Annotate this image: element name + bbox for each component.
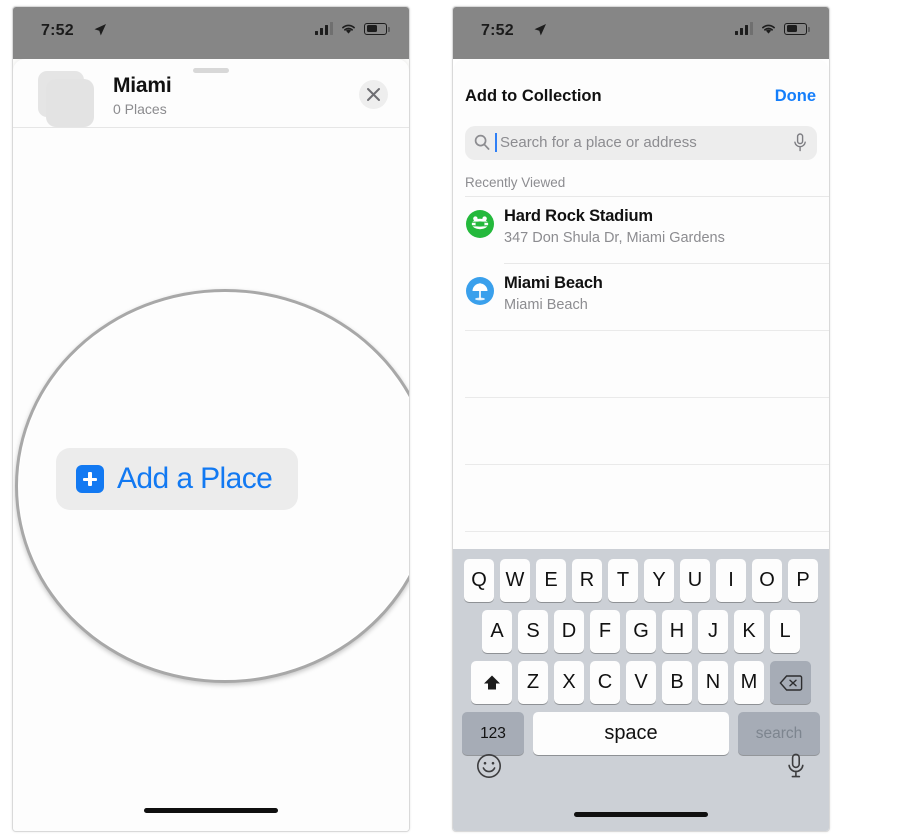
backspace-icon (778, 674, 802, 691)
home-indicator[interactable] (574, 812, 708, 817)
list-item[interactable]: Hard Rock Stadium 347 Don Shula Dr, Miam… (453, 196, 829, 263)
home-indicator[interactable] (144, 808, 278, 813)
search-icon (474, 134, 490, 150)
status-time: 7:52 (481, 22, 514, 39)
emoji-icon[interactable] (476, 753, 502, 779)
beach-umbrella-icon (466, 277, 494, 305)
list-item-subtitle: 347 Don Shula Dr, Miami Gardens (504, 230, 725, 246)
key-c[interactable]: C (590, 661, 620, 704)
location-arrow-icon (534, 24, 546, 36)
plus-square-icon (76, 465, 104, 493)
wifi-icon (342, 24, 355, 34)
key-q[interactable]: Q (464, 559, 494, 602)
empty-row-divider (465, 464, 829, 465)
key-w[interactable]: W (500, 559, 530, 602)
keyboard-row-1: QWERTYUIOP (453, 559, 829, 602)
location-arrow-icon (94, 24, 106, 36)
status-bar-left: 7:52 (13, 7, 409, 59)
key-y[interactable]: Y (644, 559, 674, 602)
key-e[interactable]: E (536, 559, 566, 602)
key-f[interactable]: F (590, 610, 620, 653)
key-g[interactable]: G (626, 610, 656, 653)
right-phone-screen: Add to Collection Done Search for a plac… (452, 6, 830, 832)
stadium-icon (466, 210, 494, 238)
left-phone-screen: Miami 0 Places Add a Place 7:52 (12, 6, 410, 832)
keyboard-row-2: ASDFGHJKL (453, 610, 829, 653)
sheet-title: Add to Collection (465, 87, 602, 105)
key-search[interactable]: search (738, 712, 820, 755)
key-123[interactable]: 123 (462, 712, 524, 755)
battery-icon (364, 22, 390, 35)
key-u[interactable]: U (680, 559, 710, 602)
cellular-bars-icon (735, 22, 753, 35)
page-title: Miami (113, 74, 172, 97)
microphone-icon[interactable] (787, 753, 805, 779)
key-n[interactable]: N (698, 661, 728, 704)
empty-row-divider (465, 330, 829, 331)
microphone-icon[interactable] (793, 133, 807, 152)
collection-place-count: 0 Places (113, 101, 167, 117)
done-button[interactable]: Done (775, 87, 816, 106)
key-l[interactable]: L (770, 610, 800, 653)
battery-icon (784, 22, 810, 35)
status-indicators (315, 22, 390, 35)
key-space[interactable]: space (533, 712, 729, 755)
search-placeholder: Search for a place or address (500, 134, 697, 151)
shift-key[interactable] (471, 661, 512, 704)
key-j[interactable]: J (698, 610, 728, 653)
cellular-bars-icon (315, 22, 333, 35)
collection-header: Miami 0 Places (13, 59, 409, 128)
key-d[interactable]: D (554, 610, 584, 653)
key-r[interactable]: R (572, 559, 602, 602)
wifi-icon (762, 24, 775, 34)
list-item-subtitle: Miami Beach (504, 297, 588, 313)
add-a-place-button[interactable]: Add a Place (56, 448, 299, 510)
key-m[interactable]: M (734, 661, 764, 704)
status-bar-right: 7:52 (453, 7, 829, 59)
list-item[interactable]: Miami Beach Miami Beach (453, 263, 829, 330)
key-s[interactable]: S (518, 610, 548, 653)
add-a-place-label: Add a Place (117, 462, 273, 495)
close-icon (367, 88, 380, 101)
row-divider (465, 196, 829, 197)
key-k[interactable]: K (734, 610, 764, 653)
key-o[interactable]: O (752, 559, 782, 602)
onscreen-keyboard: QWERTYUIOP ASDFGHJKL ZXCVBNM 123 space s… (453, 549, 829, 831)
list-item-title: Miami Beach (504, 274, 603, 292)
status-time: 7:52 (41, 22, 74, 39)
keyboard-row-3: ZXCVBNM (453, 661, 829, 704)
close-button[interactable] (359, 80, 388, 109)
screenshot-stage: Miami 0 Places Add a Place 7:52 Add to C… (0, 0, 900, 837)
empty-row-divider (465, 397, 829, 398)
recently-viewed-label: Recently Viewed (465, 175, 566, 190)
search-caret (495, 133, 497, 152)
key-p[interactable]: P (788, 559, 818, 602)
key-i[interactable]: I (716, 559, 746, 602)
list-item-title: Hard Rock Stadium (504, 207, 653, 225)
key-z[interactable]: Z (518, 661, 548, 704)
key-a[interactable]: A (482, 610, 512, 653)
key-b[interactable]: B (662, 661, 692, 704)
key-t[interactable]: T (608, 559, 638, 602)
backspace-key[interactable] (770, 661, 811, 704)
magnifier-bubble-add-a-place: Add a Place (15, 289, 409, 683)
key-h[interactable]: H (662, 610, 692, 653)
status-indicators (735, 22, 810, 35)
key-x[interactable]: X (554, 661, 584, 704)
collection-stack-icon (38, 71, 94, 127)
key-v[interactable]: V (626, 661, 656, 704)
empty-row-divider (465, 531, 829, 532)
keyboard-bottom-bar (453, 753, 829, 787)
search-input[interactable]: Search for a place or address (465, 126, 817, 160)
add-to-collection-sheet: Add to Collection Done Search for a plac… (453, 59, 829, 831)
keyboard-row-4: 123 space search (453, 712, 829, 755)
row-divider (504, 263, 829, 264)
shift-icon (483, 675, 500, 689)
